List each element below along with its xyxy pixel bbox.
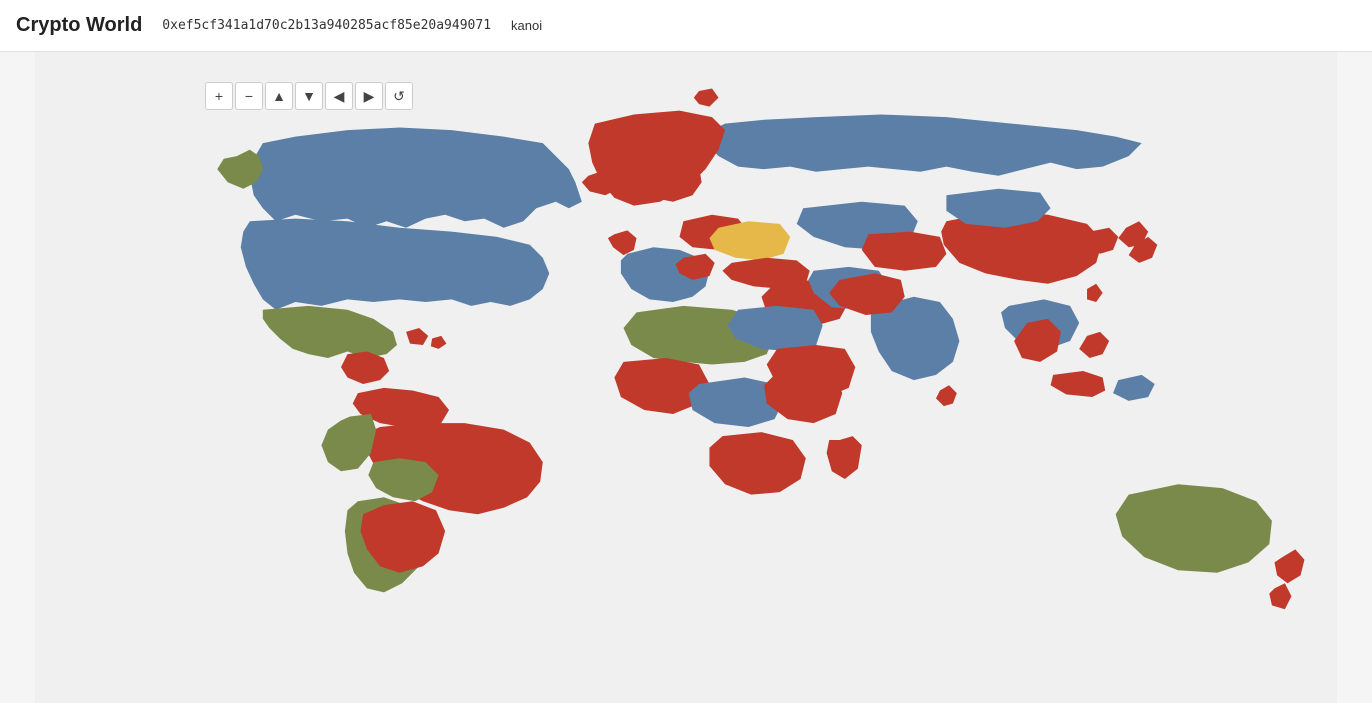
pan-up-button[interactable]: ▲ xyxy=(265,82,293,110)
reset-button[interactable]: ↺ xyxy=(385,82,413,110)
pan-right-button[interactable]: ▶ xyxy=(355,82,383,110)
zoom-out-button[interactable]: − xyxy=(235,82,263,110)
zoom-in-button[interactable]: + xyxy=(205,82,233,110)
wallet-address: 0xef5cf341a1d70c2b13a940285acf85e20a9490… xyxy=(162,18,491,33)
map-controls: + − ▲ ▼ ◀ ▶ ↺ xyxy=(205,82,413,110)
world-map-svg[interactable] xyxy=(0,52,1372,703)
pan-left-button[interactable]: ◀ xyxy=(325,82,353,110)
cursor-label[interactable]: kanoi xyxy=(511,18,542,33)
map-container[interactable]: + − ▲ ▼ ◀ ▶ ↺ xyxy=(0,52,1372,703)
pan-down-button[interactable]: ▼ xyxy=(295,82,323,110)
app-title: Crypto World xyxy=(16,14,142,37)
app-header: Crypto World 0xef5cf341a1d70c2b13a940285… xyxy=(0,0,1372,52)
